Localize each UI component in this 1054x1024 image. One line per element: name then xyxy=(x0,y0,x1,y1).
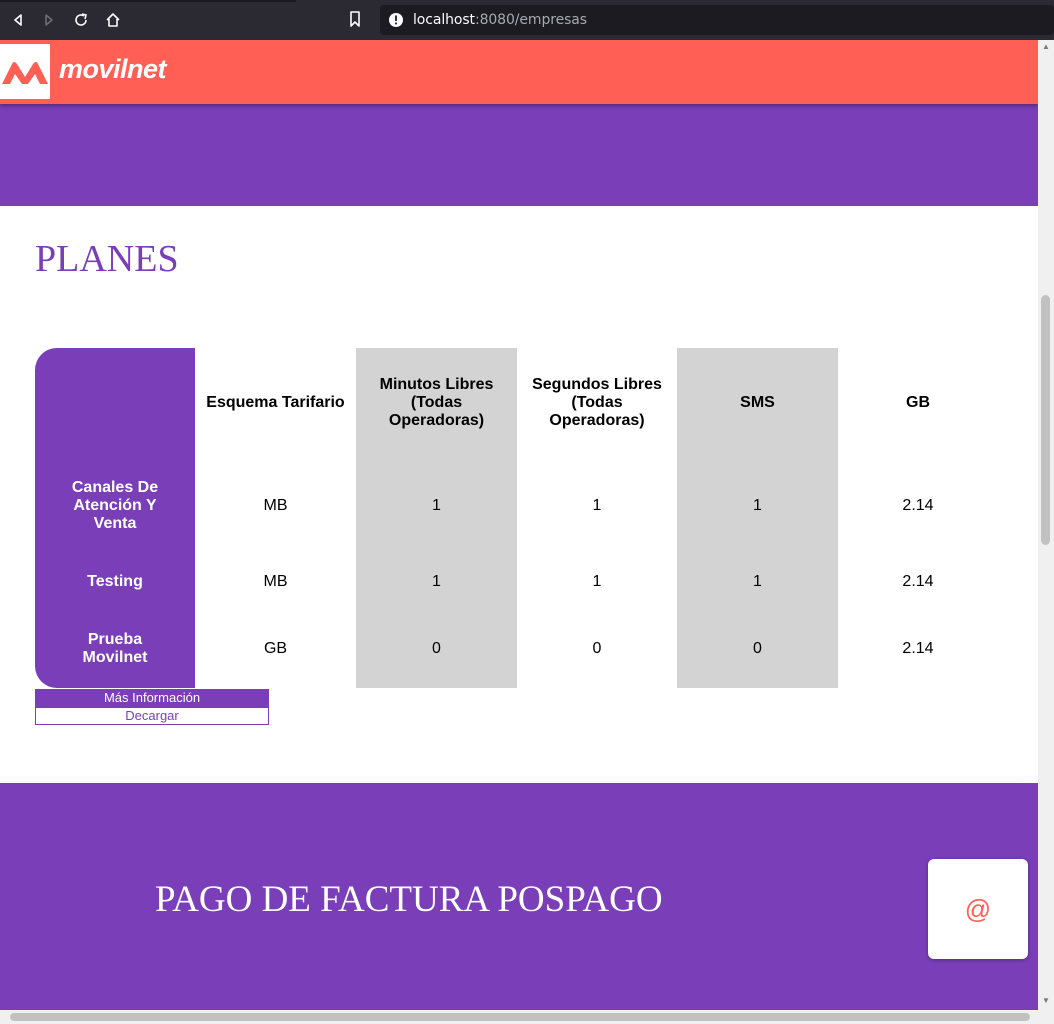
logo-text[interactable]: movilnet xyxy=(59,54,167,85)
table-cell: 1 xyxy=(592,573,602,590)
page-viewport: movilnet PLANES Esquema Tarifario Minuto… xyxy=(0,40,1038,1010)
vertical-scrollbar[interactable]: ▲ ▼ xyxy=(1038,40,1054,1010)
table-cell: 1 xyxy=(432,573,441,590)
active-tab-indicator xyxy=(0,0,296,2)
header-segundos: Segundos Libres (Todas Operadoras) xyxy=(532,376,662,429)
row-label[interactable]: Prueba Movilnet xyxy=(35,610,195,688)
back-icon[interactable] xyxy=(6,8,30,32)
descargar-button[interactable]: Decargar xyxy=(35,707,269,725)
contact-float-button[interactable]: @ xyxy=(928,859,1028,959)
home-icon[interactable] xyxy=(101,8,125,32)
table-cell: 1 xyxy=(592,497,602,514)
header-minutos: Minutos Libres (Todas Operadoras) xyxy=(379,376,494,429)
site-info-icon[interactable] xyxy=(388,12,404,28)
vertical-scroll-thumb[interactable] xyxy=(1041,295,1050,545)
row-label[interactable]: Testing xyxy=(35,554,195,610)
mas-informacion-button[interactable]: Más Información xyxy=(35,689,269,707)
row-label[interactable]: Canales De Atención Y Venta xyxy=(35,458,195,554)
forward-icon[interactable] xyxy=(37,8,61,32)
table-cell: 1 xyxy=(753,573,762,590)
address-bar[interactable]: localhost:8080/empresas xyxy=(380,5,1054,35)
table-cell: 0 xyxy=(753,640,762,657)
pago-title: PAGO DE FACTURA POSPAGO xyxy=(155,879,663,920)
header-sms: SMS xyxy=(740,394,775,411)
reload-icon[interactable] xyxy=(69,8,93,32)
bookmark-icon[interactable] xyxy=(348,10,364,30)
browser-toolbar: localhost:8080/empresas xyxy=(0,0,1054,40)
table-cell: MB xyxy=(263,497,288,514)
horizontal-scroll-thumb[interactable] xyxy=(10,1013,1030,1021)
url-path: :8080/empresas xyxy=(474,12,587,28)
table-cell: 2.14 xyxy=(902,640,934,657)
table-cell: 2.14 xyxy=(902,573,934,590)
planes-title: PLANES xyxy=(35,238,179,280)
planes-table: Esquema Tarifario Minutos Libres (Todas … xyxy=(35,348,999,688)
header-esquema: Esquema Tarifario xyxy=(206,394,345,411)
scroll-up-icon[interactable]: ▲ xyxy=(1042,42,1050,51)
url-text: localhost:8080/empresas xyxy=(413,12,587,28)
logo-mark[interactable] xyxy=(0,44,50,99)
url-host: localhost xyxy=(413,12,475,28)
horizontal-scrollbar[interactable] xyxy=(0,1010,1054,1024)
table-cell: 0 xyxy=(432,640,441,657)
table-cell: 2.14 xyxy=(902,497,934,514)
table-cell: 1 xyxy=(432,497,441,514)
header-gb: GB xyxy=(906,394,930,411)
table-cell: MB xyxy=(263,573,288,590)
table-cell: 0 xyxy=(592,640,602,657)
at-icon: @ xyxy=(964,893,992,924)
hero-band xyxy=(0,104,1038,206)
scroll-down-icon[interactable]: ▼ xyxy=(1042,996,1050,1005)
table-cell: 1 xyxy=(753,497,762,514)
table-cell: GB xyxy=(263,640,288,657)
site-header: movilnet xyxy=(0,40,1038,104)
